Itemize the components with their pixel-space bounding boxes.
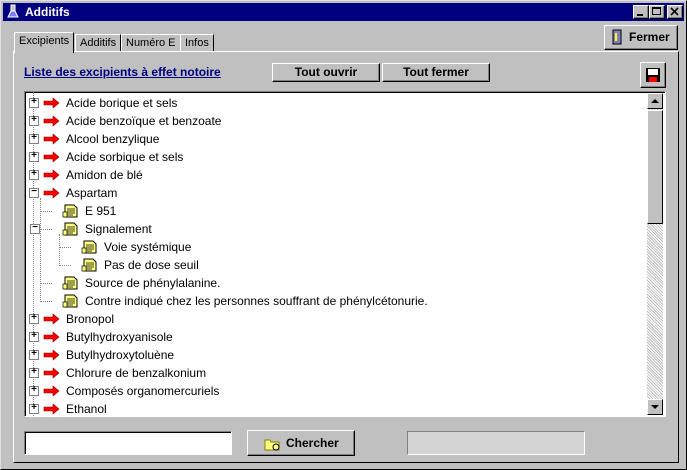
- tab-label: Numéro E: [126, 37, 176, 49]
- maximize-icon: [652, 7, 661, 15]
- document-icon: [62, 204, 78, 218]
- expander-minus-icon[interactable]: −: [29, 186, 39, 198]
- tree-item-label[interactable]: Signalement: [85, 220, 152, 238]
- tree-item-label[interactable]: Chlorure de benzalkonium: [66, 364, 206, 382]
- window-title: Additifs: [25, 5, 70, 19]
- tab-label: Excipients: [19, 35, 70, 47]
- expander-plus-icon[interactable]: +: [29, 96, 39, 108]
- tree-item-label[interactable]: Pas de dose seuil: [104, 256, 199, 274]
- expand-all-label: Tout ouvrir: [294, 65, 358, 79]
- expander-plus-icon[interactable]: +: [29, 168, 39, 180]
- tree-item-label[interactable]: Butylhydroxyanisole: [66, 328, 173, 346]
- expander-minus-icon[interactable]: −: [30, 222, 40, 234]
- maximize-button[interactable]: [649, 5, 665, 19]
- red-arrow-icon: [43, 367, 60, 379]
- application-window: Additifs Excipients Additifs Numéro E In…: [0, 0, 687, 470]
- scroll-up-button[interactable]: [647, 93, 663, 109]
- save-button[interactable]: [640, 62, 666, 88]
- search-button[interactable]: Chercher: [247, 430, 355, 456]
- expander-plus-icon[interactable]: +: [29, 132, 39, 144]
- tree-connector: [40, 301, 52, 302]
- scroll-down-button[interactable]: [647, 399, 663, 415]
- tree-connector: [59, 265, 71, 266]
- tree-connector: [59, 247, 71, 248]
- status-panel: [407, 431, 585, 455]
- title-bar[interactable]: Additifs: [3, 3, 684, 21]
- expander-plus-icon[interactable]: +: [29, 384, 39, 396]
- red-arrow-icon: [43, 331, 60, 343]
- expander-plus-icon[interactable]: +: [29, 366, 39, 378]
- tree-item-label[interactable]: Source de phénylalanine.: [85, 274, 220, 292]
- close-window-button[interactable]: [667, 5, 683, 19]
- tree-item-label[interactable]: Ethanol: [66, 400, 107, 416]
- tab-additifs[interactable]: Additifs: [75, 34, 122, 52]
- tree-item-label[interactable]: Acide sorbique et sels: [66, 148, 183, 166]
- red-arrow-icon: [43, 97, 60, 109]
- down-arrow-icon: [651, 405, 659, 409]
- red-arrow-icon: [43, 349, 60, 361]
- minimize-icon: [637, 14, 643, 16]
- tree-item-label[interactable]: Contre indiqué chez les personnes souffr…: [85, 292, 428, 310]
- search-button-label: Chercher: [286, 436, 339, 450]
- vertical-scrollbar[interactable]: [647, 93, 663, 415]
- tree-item-label[interactable]: Acide borique et sels: [66, 94, 177, 112]
- expand-all-button[interactable]: Tout ouvrir: [272, 63, 380, 82]
- tree-item-label[interactable]: E 951: [85, 202, 116, 220]
- list-heading: Liste des excipients à effet notoire: [24, 65, 221, 79]
- search-folder-icon: [264, 439, 280, 451]
- tree-item-label[interactable]: Voie systémique: [104, 238, 191, 256]
- red-arrow-icon: [43, 403, 60, 415]
- red-arrow-icon: [43, 151, 60, 163]
- expander-plus-icon[interactable]: +: [29, 402, 39, 414]
- search-input[interactable]: [24, 431, 232, 455]
- document-icon: [81, 240, 97, 254]
- tree-item-label[interactable]: Bronopol: [66, 310, 114, 328]
- red-arrow-icon: [43, 115, 60, 127]
- expander-plus-icon[interactable]: +: [29, 150, 39, 162]
- red-arrow-icon: [43, 169, 60, 181]
- tab-numero-e[interactable]: Numéro E: [121, 34, 181, 52]
- close-button-label: Fermer: [629, 30, 670, 44]
- tree-connector: [40, 211, 52, 212]
- document-icon: [62, 276, 78, 290]
- tab-infos[interactable]: Infos: [180, 34, 214, 52]
- expander-plus-icon[interactable]: +: [29, 312, 39, 324]
- collapse-all-label: Tout fermer: [403, 65, 469, 79]
- exit-icon: [612, 29, 622, 45]
- expander-plus-icon[interactable]: +: [29, 348, 39, 360]
- scroll-thumb[interactable]: [647, 110, 663, 224]
- tree-item-label[interactable]: Amidon de blé: [66, 166, 143, 184]
- tree-item-label[interactable]: Composés organomercuriels: [66, 382, 219, 400]
- red-arrow-icon: [43, 313, 60, 325]
- up-arrow-icon: [651, 99, 659, 103]
- tree-item-label[interactable]: Aspartam: [66, 184, 117, 202]
- document-icon: [81, 258, 97, 272]
- tree-connector: [40, 229, 52, 230]
- document-icon: [62, 222, 78, 236]
- minimize-button[interactable]: [633, 5, 649, 19]
- tab-label: Additifs: [80, 37, 117, 49]
- tree-connector: [40, 198, 41, 302]
- tree-item-label[interactable]: Alcool benzylique: [66, 130, 159, 148]
- excipient-tree[interactable]: + Acide borique et sels + Acide benzoïque e…: [24, 91, 666, 417]
- tree-item-label[interactable]: Butylhydroxytoluène: [66, 346, 174, 364]
- tree-connector: [59, 234, 60, 266]
- expander-plus-icon[interactable]: +: [29, 330, 39, 342]
- collapse-all-button[interactable]: Tout fermer: [382, 63, 490, 82]
- red-arrow-icon: [43, 187, 60, 199]
- red-arrow-icon: [43, 385, 60, 397]
- tree-connector: [40, 283, 52, 284]
- document-icon: [62, 294, 78, 308]
- tab-excipients[interactable]: Excipients: [14, 32, 75, 53]
- red-arrow-icon: [43, 133, 60, 145]
- close-button[interactable]: Fermer: [604, 25, 678, 50]
- close-icon: [670, 7, 679, 16]
- tab-label: Infos: [185, 37, 209, 49]
- tree-item-label[interactable]: Acide benzoïque et benzoate: [66, 112, 221, 130]
- floppy-disk-icon: [646, 68, 660, 82]
- expander-plus-icon[interactable]: +: [29, 114, 39, 126]
- flask-icon: [7, 4, 19, 18]
